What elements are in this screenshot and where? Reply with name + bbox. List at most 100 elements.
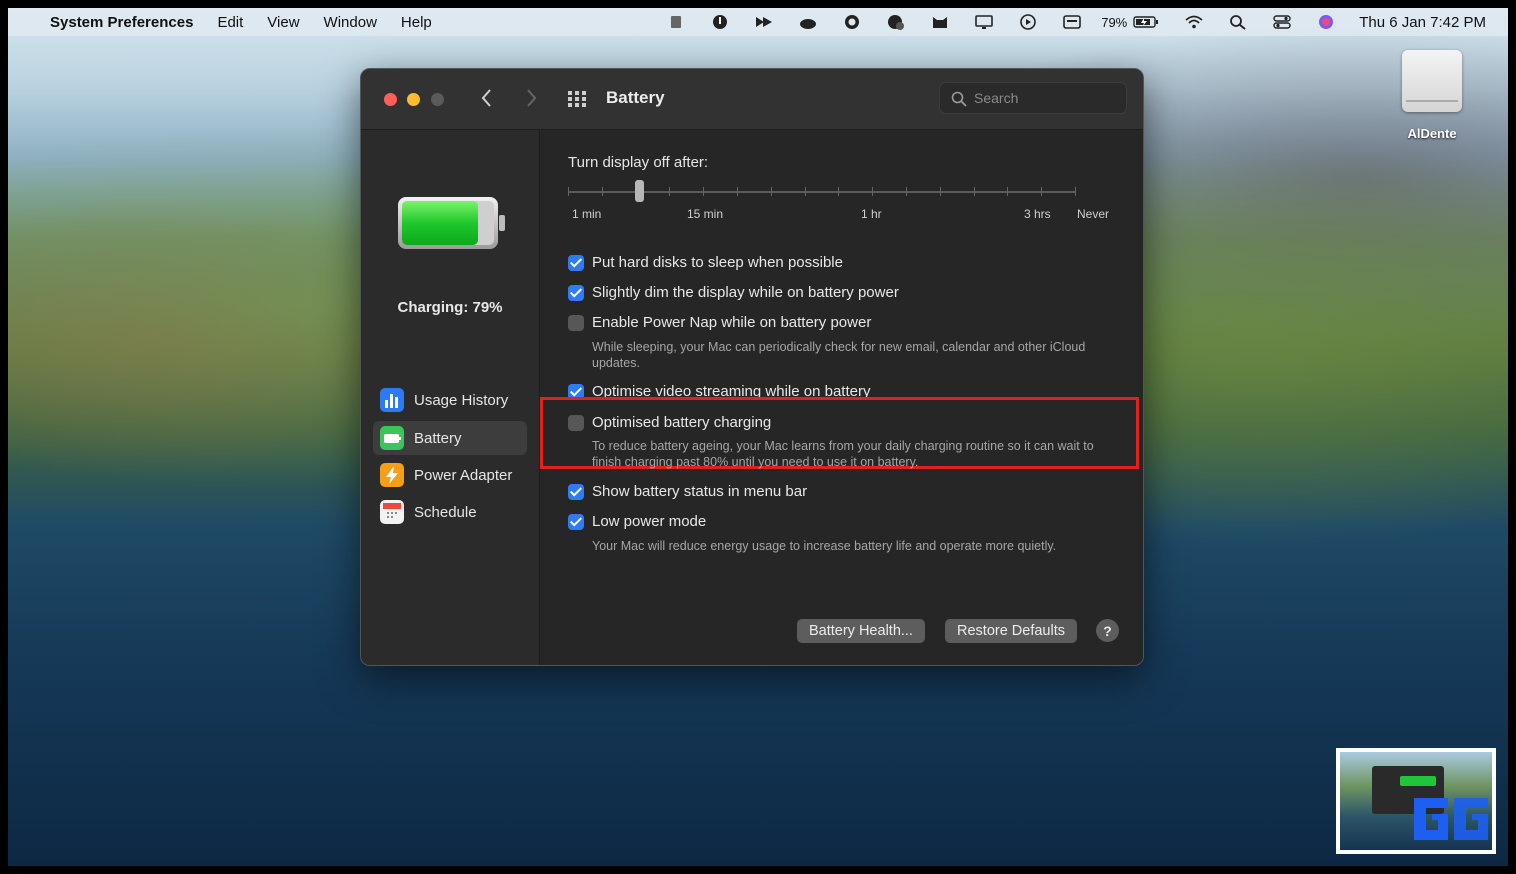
display-sleep-slider[interactable]: [568, 180, 1076, 202]
menu-clock[interactable]: Thu 6 Jan 7:42 PM: [1359, 14, 1486, 31]
slider-track: [568, 191, 1076, 193]
slider-tick: [1075, 187, 1076, 196]
option-label: Low power mode: [592, 513, 707, 530]
slider-tick: [906, 187, 907, 196]
menu-view[interactable]: View: [267, 14, 299, 31]
alert-tray-icon[interactable]: [711, 14, 729, 30]
sidebar-item-label: Power Adapter: [414, 466, 513, 484]
fast-forward-tray-icon[interactable]: [755, 14, 773, 30]
minimize-window-button[interactable]: [407, 93, 420, 106]
power-nap-description: While sleeping, your Mac can periodicall…: [592, 340, 1086, 370]
control-center-icon[interactable]: [1273, 14, 1291, 30]
option-label: Slightly dim the display while on batter…: [592, 284, 899, 301]
slider-tick: [940, 187, 941, 196]
sidebar-item-power-adapter[interactable]: Power Adapter: [373, 458, 527, 492]
back-chevron-icon[interactable]: [475, 86, 499, 110]
dim-display-checkbox[interactable]: [568, 285, 584, 301]
option-label: Enable Power Nap while on battery power: [592, 314, 872, 331]
desktop-drive[interactable]: AlDente: [1400, 50, 1464, 141]
play-tray-icon[interactable]: [1019, 14, 1037, 30]
lightning-icon: [380, 463, 404, 487]
option-show-battery-status[interactable]: Show battery status in menu bar: [568, 483, 807, 500]
thumbnail-battery-preview: [1400, 776, 1436, 786]
forward-chevron-icon[interactable]: [519, 86, 543, 110]
calendar-icon: [380, 500, 404, 524]
option-low-power-mode[interactable]: Low power mode: [568, 513, 706, 530]
spotlight-search-icon[interactable]: [1229, 14, 1247, 30]
sidebar-item-label: Battery: [414, 429, 462, 447]
close-window-button[interactable]: [384, 93, 397, 106]
optimised-charging-checkbox[interactable]: [568, 415, 584, 431]
slider-tick: [602, 187, 603, 196]
slider-tick: [703, 187, 704, 196]
sidebar-item-label: Schedule: [414, 503, 477, 521]
cat-tray-icon[interactable]: [931, 14, 949, 30]
option-label: Put hard disks to sleep when possible: [592, 254, 843, 271]
battery-charging-tray-icon[interactable]: [1133, 14, 1159, 30]
option-optimised-battery-charging[interactable]: Optimised battery charging: [568, 414, 771, 431]
document-tray-icon[interactable]: [667, 14, 685, 30]
siri-icon[interactable]: [1317, 14, 1335, 30]
desktop: System Preferences Edit View Window Help…: [8, 8, 1508, 866]
low-power-mode-checkbox[interactable]: [568, 514, 584, 530]
app-badge-tray-icon[interactable]: [887, 14, 905, 30]
sidebar-item-battery[interactable]: Battery: [373, 421, 527, 455]
menu-window[interactable]: Window: [324, 14, 377, 31]
menu-help[interactable]: Help: [401, 14, 432, 31]
calendar-tray-icon[interactable]: [1063, 14, 1082, 30]
app-name-menu[interactable]: System Preferences: [50, 14, 193, 31]
slider-tick: [805, 187, 806, 196]
charging-status: Charging: 79%: [397, 299, 503, 316]
menu-bar: System Preferences Edit View Window Help…: [8, 8, 1508, 36]
slider-tick: [771, 187, 772, 196]
battery-level-icon: [398, 197, 505, 249]
display-off-label: Turn display off after:: [568, 154, 709, 171]
sidebar-item-schedule[interactable]: Schedule: [373, 495, 527, 529]
tick-label-never: Never: [1077, 207, 1110, 221]
tick-label-1-min: 1 min: [572, 207, 602, 221]
tick-label-3-hrs: 3 hrs: [1024, 207, 1051, 221]
slider-tick: [737, 187, 738, 196]
watermark-logo-icon: [1414, 798, 1488, 840]
sidebar-item-usage-history[interactable]: Usage History: [373, 383, 527, 417]
grammarly-tray-icon[interactable]: [843, 14, 861, 30]
battery-icon: [380, 426, 404, 450]
window-title: Battery: [606, 88, 665, 107]
slider-tick: [669, 187, 670, 196]
zoom-window-button[interactable]: [431, 93, 444, 106]
option-label: Show battery status in menu bar: [592, 483, 808, 500]
battery-settings-pane: Turn display off after: 1 min 15 min 1 h…: [540, 130, 1143, 665]
slider-knob[interactable]: [635, 180, 644, 202]
search-input[interactable]: [939, 82, 1127, 114]
restore-defaults-button[interactable]: Restore Defaults: [945, 619, 1077, 643]
slider-tick: [568, 187, 569, 196]
display-tray-icon[interactable]: [975, 14, 994, 30]
option-hard-disk-sleep[interactable]: Put hard disks to sleep when possible: [568, 254, 843, 271]
menu-edit[interactable]: Edit: [217, 14, 243, 31]
tick-label-1-hr: 1 hr: [861, 207, 882, 221]
show-battery-status-checkbox[interactable]: [568, 484, 584, 500]
battery-health-button[interactable]: Battery Health...: [797, 619, 925, 643]
show-all-grid-icon[interactable]: [567, 89, 587, 109]
power-nap-checkbox[interactable]: [568, 315, 584, 331]
slider-tick: [838, 187, 839, 196]
cloud-tray-icon[interactable]: [799, 14, 817, 30]
sidebar-item-label: Usage History: [414, 391, 509, 409]
option-dim-display[interactable]: Slightly dim the display while on batter…: [568, 284, 899, 301]
option-label: Optimised battery charging: [592, 414, 772, 431]
slider-tick: [872, 187, 873, 196]
sidebar: Charging: 79% Usage History Battery Powe…: [361, 130, 540, 665]
low-power-mode-description: Your Mac will reduce energy usage to inc…: [592, 539, 1057, 553]
help-button[interactable]: ?: [1096, 619, 1119, 642]
search-icon: [951, 91, 967, 107]
battery-percent-text: 79%: [1101, 14, 1128, 30]
hard-disk-sleep-checkbox[interactable]: [568, 255, 584, 271]
option-power-nap[interactable]: Enable Power Nap while on battery power: [568, 314, 871, 331]
slider-tick: [1041, 187, 1042, 196]
slider-tick: [974, 187, 975, 196]
drive-label: AlDente: [1407, 126, 1457, 141]
wifi-icon[interactable]: [1185, 14, 1203, 30]
hard-drive-icon: [1402, 50, 1462, 112]
tick-label-15-min: 15 min: [687, 207, 724, 221]
optimised-charging-description: To reduce battery ageing, your Mac learn…: [592, 439, 1094, 469]
